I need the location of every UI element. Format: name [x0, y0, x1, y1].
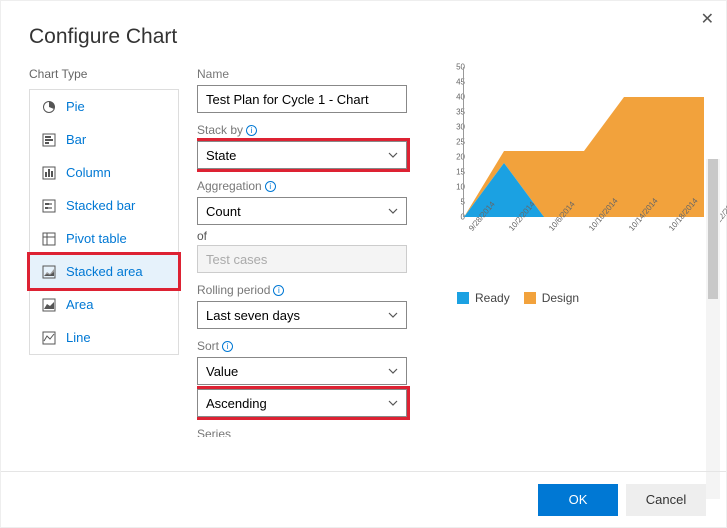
chevron-down-icon [388, 364, 398, 379]
chart-type-pivot-table[interactable]: Pivot table [30, 222, 178, 255]
chart-type-label: Stacked bar [66, 198, 135, 213]
chevron-down-icon [388, 396, 398, 411]
chart-type-line[interactable]: Line [30, 321, 178, 354]
chart-preview: 051015202530354045509/28/201410/2/201410… [437, 67, 707, 437]
area-icon [42, 298, 56, 312]
info-icon[interactable]: i [222, 341, 233, 352]
chart-type-label: Bar [66, 132, 86, 147]
sort-dir-select[interactable]: Ascending [197, 389, 407, 417]
pie-icon [42, 100, 56, 114]
dialog-footer: OK Cancel [1, 471, 726, 527]
chart-type-panel: Chart Type Pie Bar Column Stacked bar Pivot … [29, 67, 179, 437]
form-panel: Name Stack byi State Aggregationi Count … [197, 67, 415, 437]
legend-ready-label: Ready [475, 291, 510, 305]
scrollbar-thumb[interactable] [708, 159, 718, 299]
of-select: Test cases [197, 245, 407, 273]
chart-type-label: Line [66, 330, 91, 345]
chart-type-stacked-bar[interactable]: Stacked bar [30, 189, 178, 222]
chart-type-stacked-area[interactable]: Stacked area [30, 255, 178, 288]
chart-type-label: Area [66, 297, 93, 312]
stacked-bar-icon [42, 199, 56, 213]
sort-field-select[interactable]: Value [197, 357, 407, 385]
chart-legend: Ready Design [457, 291, 707, 305]
name-label: Name [197, 67, 407, 81]
chevron-down-icon [388, 308, 398, 323]
chart-type-bar[interactable]: Bar [30, 123, 178, 156]
pivot-table-icon [42, 232, 56, 246]
chart-type-label: Column [66, 165, 111, 180]
info-icon[interactable]: i [246, 125, 257, 136]
rolling-label: Rolling period [197, 283, 270, 297]
stack-by-label: Stack by [197, 123, 243, 137]
of-label: of [197, 229, 407, 243]
sort-field-value: Value [206, 364, 238, 379]
cancel-button[interactable]: Cancel [626, 484, 706, 516]
close-icon[interactable]: ✕ [701, 9, 714, 29]
sort-dir-value: Ascending [206, 396, 267, 411]
legend-design: Design [524, 291, 579, 305]
chart-type-area[interactable]: Area [30, 288, 178, 321]
column-icon [42, 166, 56, 180]
chevron-down-icon [388, 148, 398, 163]
of-value: Test cases [206, 252, 267, 267]
chevron-down-icon [388, 204, 398, 219]
stack-by-select[interactable]: State [197, 141, 407, 169]
info-icon[interactable]: i [265, 181, 276, 192]
info-icon[interactable]: i [273, 285, 284, 296]
chart-type-label: Pivot table [66, 231, 127, 246]
chart-type-label: Pie [66, 99, 85, 114]
line-icon [42, 331, 56, 345]
series-label: Series [197, 427, 407, 437]
ok-button[interactable]: OK [538, 484, 618, 516]
legend-ready: Ready [457, 291, 510, 305]
aggregation-value: Count [206, 204, 241, 219]
rolling-value: Last seven days [206, 308, 300, 323]
name-input[interactable] [197, 85, 407, 113]
chart-type-label: Stacked area [66, 264, 143, 279]
legend-design-label: Design [542, 291, 579, 305]
rolling-select[interactable]: Last seven days [197, 301, 407, 329]
chart-type-label: Chart Type [29, 67, 179, 81]
chart-type-pie[interactable]: Pie [30, 90, 178, 123]
aggregation-label: Aggregation [197, 179, 262, 193]
bar-icon [42, 133, 56, 147]
stack-by-value: State [206, 148, 236, 163]
aggregation-select[interactable]: Count [197, 197, 407, 225]
stacked-area-icon [42, 265, 56, 279]
sort-label: Sort [197, 339, 219, 353]
scrollbar[interactable] [706, 159, 720, 499]
dialog-title: Configure Chart [1, 1, 726, 67]
chart-type-column[interactable]: Column [30, 156, 178, 189]
